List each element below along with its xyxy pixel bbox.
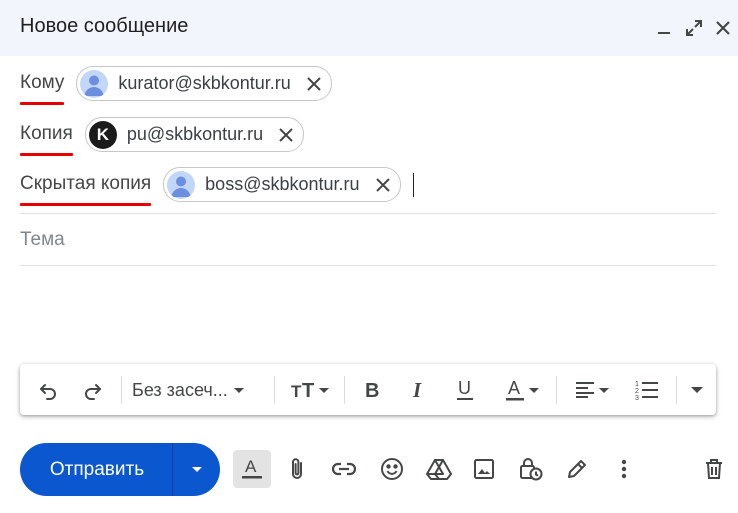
font-family-select[interactable]: Без засеч... [132,370,266,410]
to-label-underline [20,101,65,105]
chevron-down-icon [319,387,329,393]
text-color-icon[interactable]: A [498,370,546,410]
cc-row: Копия K pu@skbkontur.ru [20,117,716,156]
bcc-row: Скрытая копия boss@skbkontur.ru [20,167,716,206]
confidential-mode-icon[interactable] [515,452,547,486]
formatting-toolbar: Без засеч... TT B I U A 123 [20,364,716,415]
expand-icon[interactable] [682,16,706,40]
divider [20,213,716,214]
svg-text:2: 2 [635,388,639,395]
svg-text:B: B [365,380,379,400]
toolbar-separator [121,376,122,404]
svg-text:T: T [291,382,302,400]
svg-text:A: A [508,379,520,398]
chevron-down-icon [529,387,539,393]
emoji-icon[interactable] [376,452,408,486]
to-row: Кому kurator@skbkontur.ru [20,66,716,105]
send-button-group: Отправить [20,443,220,496]
compose-header: Новое сообщение [0,0,738,56]
italic-icon[interactable]: I [405,370,433,410]
recipient-chip[interactable]: boss@skbkontur.ru [163,167,401,202]
schedule-send-button[interactable] [173,443,220,496]
chevron-down-icon [233,387,244,393]
recipient-email: kurator@skbkontur.ru [118,73,291,93]
cc-label[interactable]: Копия [20,123,73,156]
drive-icon[interactable] [423,452,455,486]
svg-text:U: U [458,379,471,398]
divider [20,265,716,266]
recipient-chip[interactable]: K pu@skbkontur.ru [84,117,305,152]
chevron-down-icon [191,467,202,472]
contact-avatar: K [88,120,117,149]
compose-title: Новое сообщение [20,15,189,37]
link-icon[interactable] [328,452,360,486]
chevron-down-icon [691,387,703,393]
to-label[interactable]: Кому [20,72,65,105]
formatting-options-icon[interactable]: A [233,450,271,488]
remove-recipient-icon[interactable] [275,124,297,146]
more-options-icon[interactable] [608,452,640,486]
chevron-down-icon [599,387,609,393]
more-formatting-icon[interactable] [684,370,710,410]
recipient-email: pu@skbkontur.ru [126,124,264,144]
delete-icon[interactable] [698,452,730,486]
toolbar-separator [556,376,557,404]
photo-icon[interactable] [468,452,500,486]
remove-recipient-icon[interactable] [372,174,394,196]
toolbar-separator [274,376,275,404]
toolbar-separator [676,376,677,404]
bcc-label[interactable]: Скрытая копия [20,173,152,206]
bold-icon[interactable]: B [358,370,386,410]
underline-icon[interactable]: U [451,370,479,410]
cc-label-underline [20,152,73,156]
toolbar-separator [344,376,345,404]
svg-text:T: T [302,380,314,400]
close-icon[interactable] [711,16,735,40]
redo-icon[interactable] [79,370,107,410]
bcc-label-underline [20,202,152,206]
message-body[interactable] [20,275,716,355]
undo-icon[interactable] [34,370,62,410]
attach-icon[interactable] [281,452,313,486]
person-icon [80,69,109,98]
recipient-chip[interactable]: kurator@skbkontur.ru [76,66,332,101]
minimize-icon[interactable] [652,16,676,40]
subject-input[interactable]: Тема [20,229,65,251]
signature-icon[interactable] [561,452,593,486]
align-icon[interactable] [568,370,616,410]
svg-text:3: 3 [635,395,639,401]
svg-text:A: A [245,457,257,476]
recipient-email: boss@skbkontur.ru [205,174,360,194]
send-button[interactable]: Отправить [20,459,172,481]
numbered-list-icon[interactable]: 123 [632,370,662,410]
remove-recipient-icon[interactable] [303,73,325,95]
person-icon [167,170,196,199]
font-family-label: Без засеч... [132,379,228,400]
text-cursor [412,172,415,197]
svg-text:1: 1 [635,381,639,388]
text-size-icon[interactable]: TT [286,370,334,410]
svg-text:I: I [412,380,422,400]
